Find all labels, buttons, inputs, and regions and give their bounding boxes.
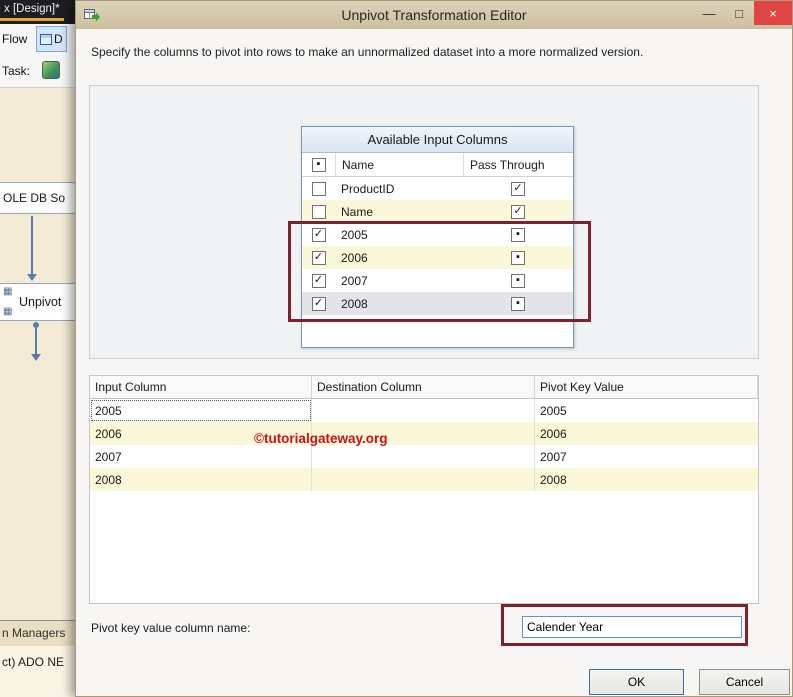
grid-icon: ▦ bbox=[3, 286, 13, 297]
grid-row[interactable]: 2007 2007 bbox=[90, 445, 758, 468]
pivot-key-label: Pivot key value column name: bbox=[91, 621, 251, 635]
select-all-checkbox[interactable]: ▪ bbox=[311, 157, 326, 172]
maximize-icon[interactable]: □ bbox=[724, 1, 754, 25]
available-columns-header-row: ▪ Name Pass Through bbox=[302, 153, 573, 177]
pass-through-checkbox[interactable]: ✓ bbox=[511, 204, 525, 219]
window-controls: — □ × bbox=[694, 1, 792, 25]
grid-cell-input[interactable]: 2008 bbox=[90, 468, 312, 491]
grid-cell-pivot-key[interactable]: 2008 bbox=[535, 468, 758, 491]
document-tab[interactable]: x [Design]* bbox=[0, 0, 64, 21]
available-column-row[interactable]: ProductID ✓ bbox=[302, 177, 573, 200]
row-checkbox[interactable] bbox=[311, 181, 326, 196]
destination-column-header[interactable]: Destination Column bbox=[312, 376, 535, 398]
connector-dot-icon bbox=[33, 322, 39, 328]
design-surface: OLE DB So ▦ ▦ Unpivot bbox=[0, 88, 78, 620]
unpivot-box[interactable]: ▦ ▦ Unpivot bbox=[0, 283, 78, 321]
available-column-row[interactable]: Name ✓ bbox=[302, 200, 573, 223]
data-flow-task-row: Task: bbox=[0, 54, 76, 88]
pass-through-column-header[interactable]: Pass Through bbox=[463, 153, 573, 176]
name-column-header[interactable]: Name bbox=[335, 153, 463, 176]
tab-control-flow-fragment[interactable]: Flow bbox=[2, 32, 27, 46]
designer-tab-strip: Flow D bbox=[0, 24, 76, 54]
grid-row[interactable]: 2006 2006 bbox=[90, 422, 758, 445]
grid-header-row: Input Column Destination Column Pivot Ke… bbox=[90, 376, 758, 399]
grid-cell-pivot-key[interactable]: 2005 bbox=[535, 399, 758, 422]
watermark: ©tutorialgateway.org bbox=[254, 431, 388, 446]
grid-cell-pivot-key[interactable]: 2006 bbox=[535, 422, 758, 445]
tab-data-flow-label: D bbox=[54, 32, 63, 46]
input-column-header[interactable]: Input Column bbox=[90, 376, 312, 398]
column-name[interactable]: ProductID bbox=[335, 182, 463, 196]
task-label: Task: bbox=[2, 64, 31, 78]
grid-cell-pivot-key[interactable]: 2007 bbox=[535, 445, 758, 468]
connector-arrow bbox=[31, 322, 41, 361]
select-all-glyph: ▪ bbox=[316, 158, 321, 170]
cancel-button[interactable]: Cancel bbox=[699, 669, 790, 695]
column-name[interactable]: Name bbox=[335, 205, 463, 219]
pass-through-checkbox[interactable]: ✓ bbox=[511, 181, 525, 196]
document-tab-bar: x [Design]* bbox=[0, 0, 76, 24]
pivot-key-value-header[interactable]: Pivot Key Value bbox=[535, 376, 758, 398]
connector-arrow bbox=[27, 216, 37, 281]
unpivot-box-label: Unpivot bbox=[19, 295, 62, 309]
close-icon[interactable]: × bbox=[754, 1, 792, 25]
connection-manager-item[interactable]: ct) ADO NE bbox=[2, 655, 64, 669]
document-tab-label: x [Design]* bbox=[4, 3, 60, 15]
grid-row[interactable]: 2005 2005 bbox=[90, 399, 758, 422]
ole-db-source-box[interactable]: OLE DB So bbox=[0, 182, 76, 214]
connection-managers-label: n Managers bbox=[2, 626, 66, 640]
ole-db-source-label: OLE DB So bbox=[3, 191, 66, 205]
dialog-icon bbox=[84, 7, 100, 23]
annotation-highlight bbox=[501, 604, 748, 646]
background-designer-window: x [Design]* Flow D Task: OLE DB So ▦ ▦ U… bbox=[0, 0, 78, 697]
grid-cell-destination[interactable] bbox=[312, 399, 535, 422]
annotation-highlight bbox=[288, 221, 591, 322]
dialog-title: Unpivot Transformation Editor bbox=[341, 7, 527, 23]
tab-data-flow-fragment[interactable]: D bbox=[36, 26, 67, 52]
connection-managers-header: n Managers bbox=[0, 620, 76, 646]
unpivot-transformation-editor-dialog: Unpivot Transformation Editor — □ × Spec… bbox=[75, 0, 793, 697]
unpivot-mapping-grid: Input Column Destination Column Pivot Ke… bbox=[89, 375, 759, 604]
ok-button[interactable]: OK bbox=[589, 669, 684, 695]
minimize-icon[interactable]: — bbox=[694, 1, 724, 25]
grid-cell-destination[interactable] bbox=[312, 445, 535, 468]
task-icon bbox=[42, 61, 60, 79]
grid-cell-input[interactable]: 2005 bbox=[90, 399, 312, 422]
grid-row[interactable]: 2008 2008 bbox=[90, 468, 758, 491]
row-checkbox[interactable] bbox=[311, 204, 326, 219]
arrowhead-icon bbox=[27, 274, 37, 281]
grid-cell-destination[interactable] bbox=[312, 468, 535, 491]
data-flow-icon bbox=[40, 33, 52, 45]
dialog-description: Specify the columns to pivot into rows t… bbox=[91, 45, 644, 59]
available-input-columns-title: Available Input Columns bbox=[302, 127, 573, 153]
grid-icon: ▦ bbox=[3, 306, 13, 317]
screen: x [Design]* Flow D Task: OLE DB So ▦ ▦ U… bbox=[0, 0, 793, 697]
dialog-titlebar[interactable]: Unpivot Transformation Editor — □ × bbox=[76, 1, 792, 29]
connection-managers-list: ct) ADO NE bbox=[0, 646, 76, 697]
arrowhead-icon bbox=[31, 354, 41, 361]
grid-cell-input[interactable]: 2007 bbox=[90, 445, 312, 468]
